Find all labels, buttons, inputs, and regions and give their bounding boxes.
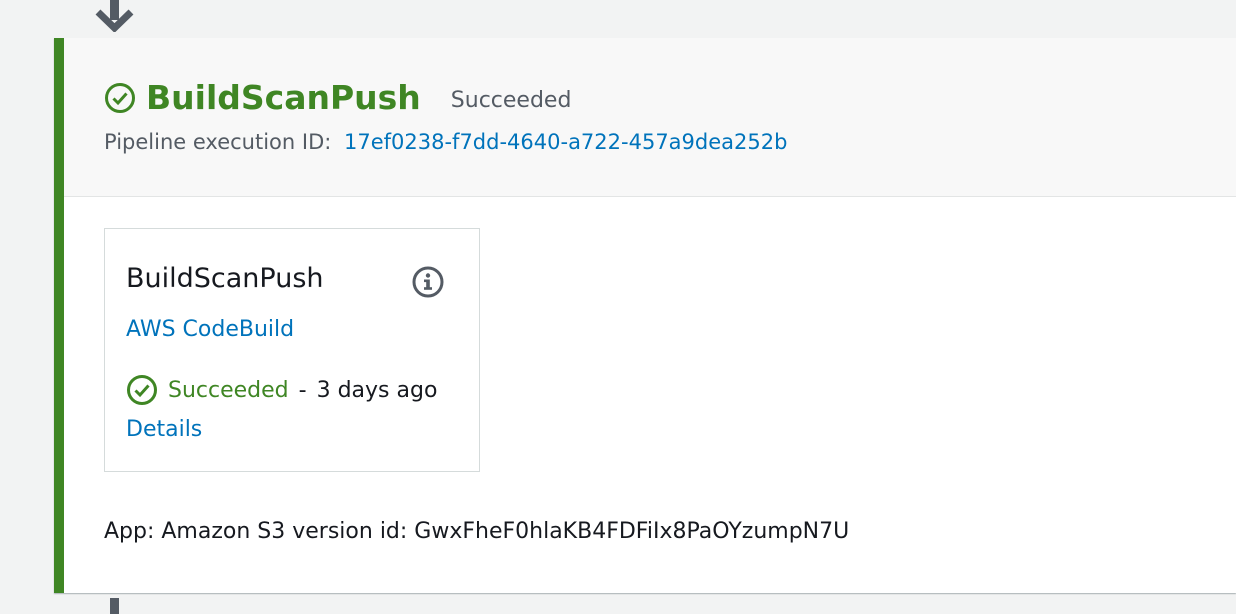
artifact-version-text: App: Amazon S3 version id: GwxFheF0hlaKB… (104, 519, 850, 544)
check-circle-icon (127, 375, 157, 405)
stage-header: BuildScanPush Succeeded Pipeline executi… (64, 38, 1236, 197)
action-time: 3 days ago (316, 377, 438, 403)
action-name: BuildScanPush (126, 263, 324, 294)
execution-id-row: Pipeline execution ID: 17ef0238-f7dd-464… (104, 130, 787, 154)
action-status-row: Succeeded - 3 days ago (126, 374, 437, 406)
action-status: Succeeded (168, 377, 289, 403)
stage-status: Succeeded (450, 88, 572, 113)
stage-panel: BuildScanPush Succeeded Pipeline executi… (54, 38, 1236, 593)
info-icon[interactable] (411, 265, 445, 299)
details-link[interactable]: Details (126, 417, 202, 442)
status-separator: - (298, 377, 307, 403)
action-card: BuildScanPush AWS CodeBuild Succeeded - … (104, 228, 480, 472)
connector-line (110, 598, 119, 614)
arrow-down-icon (95, 0, 134, 32)
provider-link[interactable]: AWS CodeBuild (126, 317, 294, 342)
execution-id-label: Pipeline execution ID: (104, 130, 332, 154)
check-circle-icon (105, 83, 135, 113)
stage-title: BuildScanPush (146, 78, 421, 117)
execution-id-link[interactable]: 17ef0238-f7dd-4640-a722-457a9dea252b (344, 130, 787, 154)
stage-title-row: BuildScanPush Succeeded (104, 78, 571, 118)
